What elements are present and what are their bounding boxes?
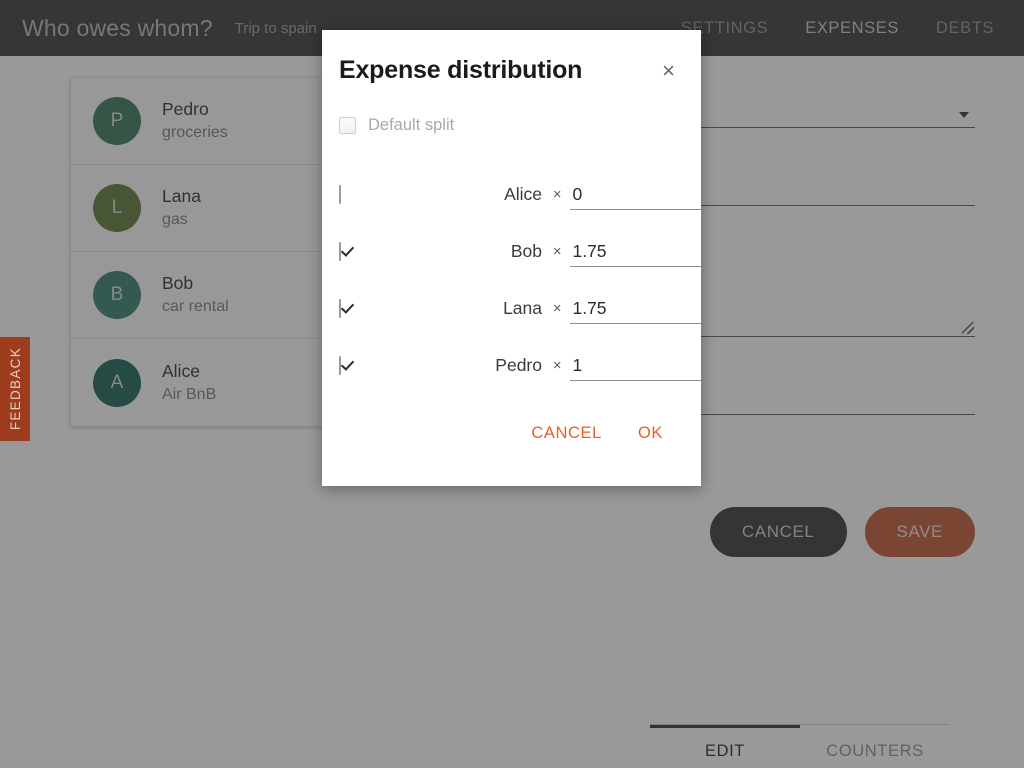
split-cell-checkbox bbox=[339, 241, 377, 261]
split-cell-checkbox bbox=[339, 298, 377, 318]
split-rows: Alice × 0 Bob × 1.75 Lana × 1.75 Pedro ×… bbox=[322, 135, 701, 394]
dialog-header: Expense distribution × bbox=[322, 30, 701, 86]
split-checkbox-bob[interactable] bbox=[339, 241, 341, 261]
split-value-bob: 1.75 bbox=[572, 241, 607, 261]
multiply-icon: × bbox=[553, 243, 562, 260]
split-value-lana: 1.75 bbox=[572, 298, 607, 318]
dialog-action-bar: CANCEL OK bbox=[322, 394, 701, 449]
split-cell-checkbox bbox=[339, 355, 377, 375]
dialog-ok-button[interactable]: OK bbox=[636, 418, 665, 449]
split-value-pedro: 1 bbox=[572, 355, 583, 375]
split-name-lana: Lana bbox=[503, 298, 542, 318]
split-input-bob[interactable]: 1.75 bbox=[570, 236, 701, 267]
multiply-icon: × bbox=[553, 357, 562, 374]
split-row-pedro: Pedro × 1 bbox=[322, 337, 701, 394]
split-input-pedro[interactable]: 1 bbox=[570, 350, 701, 381]
split-checkbox-lana[interactable] bbox=[339, 298, 341, 318]
split-row-lana: Lana × 1.75 bbox=[322, 280, 701, 337]
split-input-lana[interactable]: 1.75 bbox=[570, 293, 701, 324]
split-cell-checkbox bbox=[339, 184, 377, 204]
split-row-alice: Alice × 0 bbox=[322, 166, 701, 223]
split-value-alice: 0 bbox=[572, 184, 583, 204]
feedback-label: FEEDBACK bbox=[7, 347, 23, 431]
expense-distribution-dialog: Expense distribution × Default split Ali… bbox=[322, 30, 701, 486]
split-checkbox-alice[interactable] bbox=[339, 184, 341, 204]
dialog-title: Expense distribution bbox=[339, 56, 583, 84]
split-name-pedro: Pedro bbox=[495, 355, 542, 375]
multiply-icon: × bbox=[553, 186, 562, 203]
default-split-row: Default split bbox=[322, 86, 701, 135]
default-split-checkbox[interactable] bbox=[339, 117, 356, 134]
dialog-cancel-button[interactable]: CANCEL bbox=[529, 418, 604, 449]
multiply-icon: × bbox=[553, 300, 562, 317]
feedback-tab[interactable]: FEEDBACK bbox=[0, 337, 30, 441]
split-checkbox-pedro[interactable] bbox=[339, 355, 341, 375]
split-name-bob: Bob bbox=[510, 241, 542, 261]
split-row-bob: Bob × 1.75 bbox=[322, 223, 701, 280]
app-root: Who owes whom? Trip to spain SETTINGS EX… bbox=[0, 0, 1024, 768]
split-input-alice[interactable]: 0 bbox=[570, 179, 701, 210]
split-name-alice: Alice bbox=[504, 184, 542, 204]
close-icon[interactable]: × bbox=[652, 56, 677, 86]
default-split-label: Default split bbox=[368, 116, 455, 134]
